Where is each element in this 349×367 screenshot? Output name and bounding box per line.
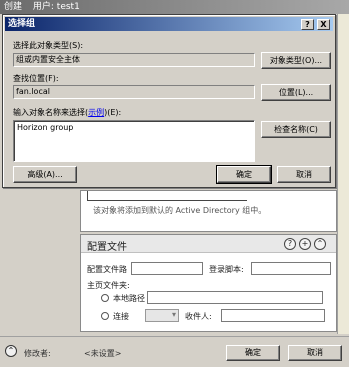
left-pane bbox=[0, 180, 78, 330]
bg-title-user: 用户: test1 bbox=[32, 2, 80, 12]
location-field: fan.local bbox=[13, 85, 255, 99]
select-group-dialog: 选择组 ? X 选择此对象类型(S): 组或内置安全主体 对象类型(O)... … bbox=[2, 14, 336, 188]
logon-script-input[interactable] bbox=[251, 262, 331, 275]
default-group-description: 该对象将添加到默认的 Active Directory 组中。 bbox=[93, 206, 267, 215]
profile-path-input[interactable] bbox=[131, 262, 203, 275]
enter-names-label: 输入对象名称来选择(示例)(E): bbox=[13, 107, 121, 118]
advanced-button[interactable]: 高级(A)... bbox=[13, 166, 77, 183]
bg-cancel-button[interactable]: 取消 bbox=[288, 345, 342, 361]
examples-link[interactable]: 示例 bbox=[88, 108, 104, 117]
recipient-input[interactable] bbox=[221, 309, 325, 322]
profile-section: 配置文件 ? + ⌃ 配置文件路 登录脚本: 主页文件夹: 本地路径 连接 收件… bbox=[80, 234, 337, 332]
bottom-bar: ⌃ 修改者: <未设置> 确定 取消 bbox=[0, 336, 349, 367]
check-names-button[interactable]: 检查名称(C) bbox=[261, 121, 331, 138]
scrollbar[interactable] bbox=[337, 14, 349, 334]
background-titlebar: 创建 用户: test1 bbox=[0, 0, 349, 14]
bg-ok-button[interactable]: 确定 bbox=[226, 345, 280, 361]
profile-header: 配置文件 ? + ⌃ bbox=[81, 235, 336, 253]
bg-title-prefix: 创建 bbox=[4, 2, 23, 12]
close-button[interactable]: X bbox=[317, 19, 330, 30]
connect-radio[interactable] bbox=[101, 312, 109, 320]
object-types-button[interactable]: 对象类型(O)... bbox=[261, 52, 331, 69]
help-button[interactable]: ? bbox=[301, 19, 314, 30]
dialog-title: 选择组 bbox=[8, 19, 36, 29]
enter-names-label-post: )(E): bbox=[104, 108, 122, 117]
chevron-up-icon[interactable]: ⌃ bbox=[5, 345, 17, 357]
member-of-panel: 该对象将添加到默认的 Active Directory 组中。 bbox=[80, 190, 337, 232]
enter-names-label-pre: 输入对象名称来选择( bbox=[13, 108, 89, 117]
connect-label: 连接 bbox=[113, 312, 129, 321]
logon-script-label: 登录脚本: bbox=[209, 265, 244, 274]
modified-by-value: <未设置> bbox=[84, 349, 122, 358]
object-type-field: 组或内置安全主体 bbox=[13, 53, 255, 67]
local-path-radio[interactable] bbox=[101, 294, 109, 302]
profile-title: 配置文件 bbox=[87, 242, 127, 253]
drive-letter-select[interactable] bbox=[145, 309, 179, 322]
dialog-titlebar: 选择组 ? X bbox=[5, 17, 333, 31]
object-names-input[interactable]: Horizon group bbox=[13, 120, 255, 162]
object-type-label: 选择此对象类型(S): bbox=[13, 41, 84, 50]
collapse-icon[interactable]: ⌃ bbox=[314, 238, 326, 250]
home-folder-label: 主页文件夹: bbox=[87, 281, 130, 290]
location-label: 查找位置(F): bbox=[13, 74, 59, 83]
cancel-button[interactable]: 取消 bbox=[277, 166, 331, 183]
tree-connector bbox=[87, 191, 247, 201]
local-path-label: 本地路径 bbox=[113, 294, 145, 303]
help-icon[interactable]: ? bbox=[284, 238, 296, 250]
local-path-input[interactable] bbox=[147, 291, 323, 304]
recipient-label: 收件人: bbox=[185, 312, 212, 321]
modified-by-label: 修改者: bbox=[24, 349, 51, 358]
ok-button[interactable]: 确定 bbox=[216, 165, 272, 184]
add-icon[interactable]: + bbox=[299, 238, 311, 250]
locations-button[interactable]: 位置(L)... bbox=[261, 84, 331, 101]
profile-path-label: 配置文件路 bbox=[87, 265, 127, 274]
